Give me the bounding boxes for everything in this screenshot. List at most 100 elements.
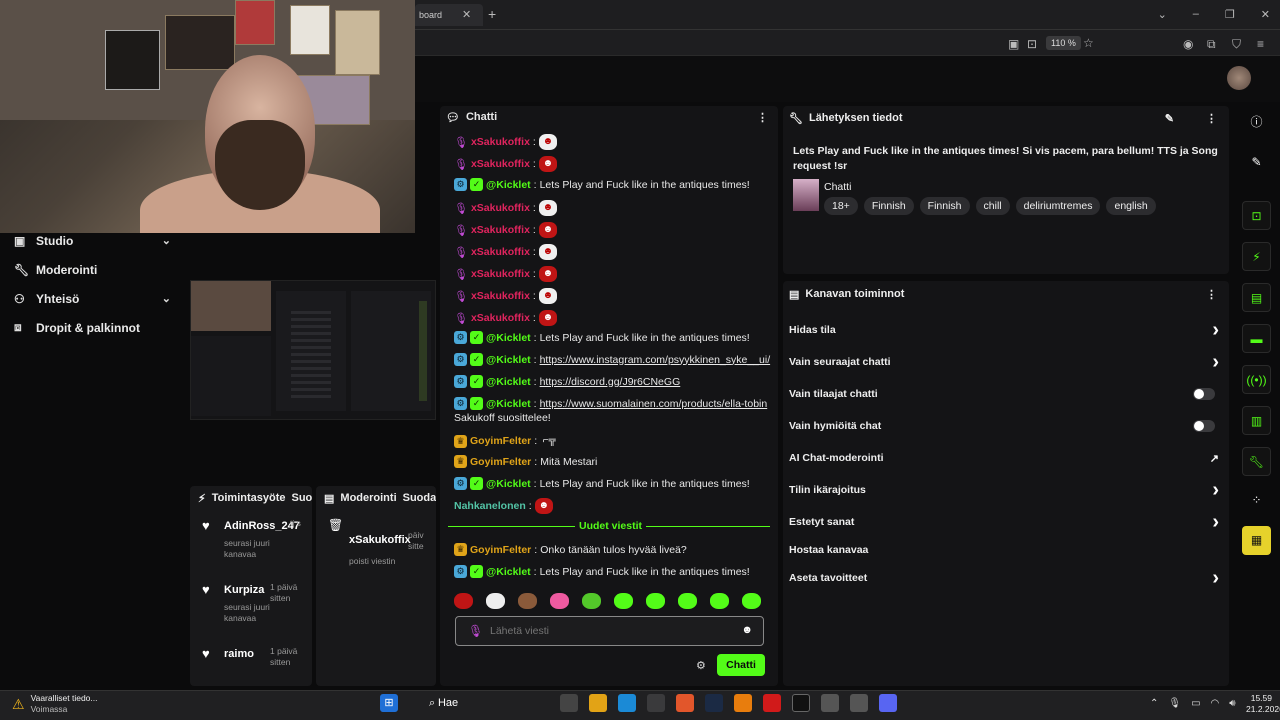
nav-item-yhteiso[interactable]: ⚇ Yhteisö ⌄ <box>0 284 185 313</box>
shield-icon[interactable]: ⛉ <box>1232 37 1241 52</box>
info-icon[interactable]: ⓘ <box>1242 108 1271 137</box>
chat-message[interactable]: 🎙︎ xSakukoffix: ☻ <box>454 266 557 282</box>
channel-action-row[interactable]: Tilin ikärajoitus › <box>789 479 1223 501</box>
chat-username[interactable]: xSakukoffix <box>471 202 530 214</box>
channel-action-row[interactable]: Vain seuraajat chatti › <box>789 351 1223 374</box>
pencil-icon[interactable]: ✎ <box>1242 148 1271 177</box>
chat-username[interactable]: @Kicklet <box>486 376 531 388</box>
activity-filter-button[interactable]: Suod <box>292 492 313 504</box>
zoom-level[interactable]: 110 % <box>1046 36 1081 50</box>
chevron-up-icon[interactable]: ⌃ <box>1150 698 1158 709</box>
chat-username[interactable]: GoyimFelter <box>470 544 531 556</box>
moderation-filter-button[interactable]: Suodata <box>403 492 436 504</box>
chevron-right-icon[interactable]: › <box>1212 319 1219 342</box>
channel-action-row[interactable]: Vain hymiöitä chat <box>789 416 1223 436</box>
chat-username[interactable]: @Kicklet <box>486 478 531 490</box>
chat-username[interactable]: @Kicklet <box>486 398 531 410</box>
account-icon[interactable]: ◉ <box>1183 37 1193 51</box>
taskbar-search[interactable]: ⌕ Hae <box>409 694 549 712</box>
close-tab-icon[interactable]: ✕ <box>462 8 471 21</box>
layout-icon[interactable]: ▥ <box>1242 406 1271 435</box>
emote-icon[interactable]: ☻ <box>538 310 557 326</box>
channel-action-row[interactable]: Vain tilaajat chatti <box>789 384 1223 404</box>
microphone-icon[interactable]: 🎙︎ <box>1168 698 1181 709</box>
store-icon[interactable] <box>647 694 665 712</box>
emote-icon[interactable]: ☻ <box>538 200 557 216</box>
bolt-icon[interactable]: ⚡︎ <box>1242 242 1271 271</box>
toggle-switch[interactable] <box>1193 388 1215 400</box>
toggle-switch[interactable] <box>1193 420 1215 432</box>
stream-tag[interactable]: Finnish <box>863 197 914 215</box>
notification-toast[interactable]: ⚠ Vaaralliset tiedo... Voimassa <box>12 693 98 715</box>
chat-username[interactable]: xSakukoffix <box>471 158 530 170</box>
chat-message[interactable]: ⚙ ✓ @Kicklet: https://www.instagram.com/ps… <box>454 353 770 366</box>
broadcast-icon[interactable]: ((•)) <box>1242 365 1271 394</box>
nav-item-dropit[interactable]: ⧈ Dropit & palkinnot <box>0 313 185 342</box>
chat-username[interactable]: @Kicklet <box>486 332 531 344</box>
chat-message[interactable]: 🎙︎ xSakukoffix: ☻ <box>454 244 557 260</box>
stream-preview[interactable] <box>190 280 436 420</box>
chat-text[interactable]: https://www.suomalainen.com/products/ell… <box>540 398 768 410</box>
list-item[interactable]: ♥ Kurpiza 1 päivä sitten seurasi juuri k… <box>190 574 312 638</box>
chevron-down-icon[interactable]: ⌄ <box>1158 8 1167 21</box>
channel-action-row[interactable]: Estetyt sanat › <box>789 511 1223 534</box>
channel-action-row[interactable]: AI Chat-moderointi ↗ <box>789 448 1223 468</box>
chevron-down-icon[interactable]: ⌄ <box>162 292 171 305</box>
chevron-down-icon[interactable]: ⌄ <box>162 234 171 247</box>
emote-button[interactable] <box>646 593 665 609</box>
chat-message[interactable]: ⚙ ✓ @Kicklet: Lets Play and Fuck like in t… <box>454 331 750 344</box>
edit-pencil-icon[interactable]: ✎ <box>1165 112 1174 125</box>
opera-icon[interactable] <box>763 694 781 712</box>
emote-icon[interactable]: ☻ <box>538 288 557 304</box>
emote-icon[interactable]: ⌐╦ <box>540 433 558 449</box>
channel-action-row[interactable]: Hostaa kanavaa <box>789 540 1223 560</box>
emote-button[interactable] <box>614 593 633 609</box>
chat-message[interactable]: ⚙ ✓ @Kicklet: Lets Play and Fuck like in t… <box>454 178 750 191</box>
chat-username[interactable]: xSakukoffix <box>471 136 530 148</box>
chat-message[interactable]: ⚙ ✓ @Kicklet: Lets Play and Fuck like in t… <box>454 565 750 578</box>
bookmark-star-icon[interactable]: ☆ <box>1083 36 1094 50</box>
chat-username[interactable]: xSakukoffix <box>471 268 530 280</box>
chevron-right-icon[interactable]: › <box>1212 511 1219 534</box>
stream-tag[interactable]: deliriumtremes <box>1015 197 1101 215</box>
chat-username[interactable]: xSakukoffix <box>471 312 530 324</box>
send-chat-button[interactable]: Chatti <box>717 654 765 676</box>
chat-username[interactable]: @Kicklet <box>486 566 531 578</box>
chat-settings-icon[interactable]: ⚙ <box>696 659 706 672</box>
nav-item-moderointi[interactable]: 🔧︎ Moderointi <box>0 255 185 284</box>
file-explorer-icon[interactable] <box>589 694 607 712</box>
firefox-icon[interactable] <box>676 694 694 712</box>
chat-input[interactable] <box>490 623 710 639</box>
chat-message[interactable]: 🎙︎ xSakukoffix: ☻ <box>454 200 557 216</box>
chat-username[interactable]: @Kicklet <box>486 179 531 191</box>
app-icon[interactable] <box>850 694 868 712</box>
restore-icon[interactable]: ❐ <box>1225 8 1235 21</box>
chat-message[interactable]: ♛ GoyimFelter: Onko tänään tulos hyvää li… <box>454 543 687 556</box>
stream-tag[interactable]: Finnish <box>919 197 970 215</box>
document-icon[interactable]: ▤ <box>1242 283 1271 312</box>
screenshot-icon[interactable]: ⊡ <box>1027 37 1037 51</box>
chat-message[interactable]: ⚙ ✓ @Kicklet: https://discord.gg/J9r6CNeGG <box>454 375 680 388</box>
chat-message[interactable]: ⚙ ✓ @Kicklet: Lets Play and Fuck like in t… <box>454 477 750 490</box>
more-options-icon[interactable]: ⋮ <box>1206 112 1217 125</box>
emote-icon[interactable]: ☻ <box>538 244 557 260</box>
chat-username[interactable]: @Kicklet <box>486 354 531 366</box>
emote-icon[interactable]: ☻ <box>538 266 557 282</box>
emote-button[interactable] <box>486 593 505 609</box>
taskbar-clock[interactable]: 15.59 21.2.2026 <box>1246 693 1280 715</box>
emote-button[interactable] <box>550 593 569 609</box>
discord-icon[interactable] <box>879 694 897 712</box>
close-window-icon[interactable]: ✕ <box>1261 8 1270 21</box>
channel-action-row[interactable]: Aseta tavoitteet › <box>789 567 1223 589</box>
chat-message[interactable]: ♛ GoyimFelter: Mitä Mestari <box>454 455 597 468</box>
emote-button[interactable] <box>742 593 761 609</box>
terminal-icon[interactable] <box>792 694 810 712</box>
chevron-right-icon[interactable]: › <box>1212 351 1219 374</box>
emote-icon[interactable]: ☻ <box>538 134 557 150</box>
minimize-icon[interactable]: – <box>1193 8 1199 21</box>
chat-text[interactable]: https://www.instagram.com/psyykkinen_syk… <box>540 354 771 366</box>
obs-icon[interactable] <box>821 694 839 712</box>
task-view-icon[interactable] <box>560 694 578 712</box>
chat-message[interactable]: 🎙︎ xSakukoffix: ☻ <box>454 222 557 238</box>
emote-icon[interactable]: ☻ <box>538 156 557 172</box>
